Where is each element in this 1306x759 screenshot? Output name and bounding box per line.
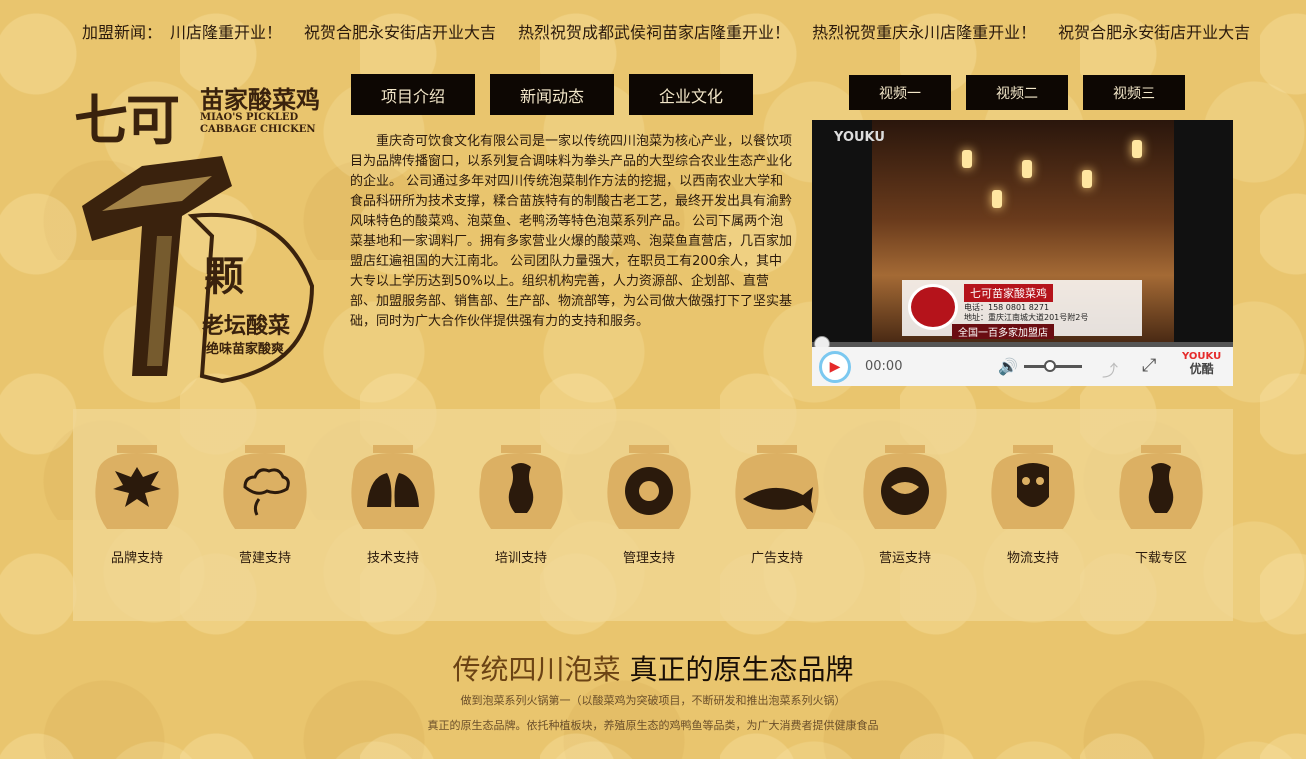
- logo-ke: 颗: [204, 253, 244, 300]
- nav-culture[interactable]: 企业文化: [629, 74, 753, 115]
- dragon-circle-icon: [863, 445, 947, 529]
- overlay-banner: 全国一百多家加盟店: [952, 324, 1054, 339]
- video-tab-3[interactable]: 视频三: [1083, 75, 1185, 110]
- circle-pattern-icon: [607, 445, 691, 529]
- volume-knob[interactable]: [1044, 360, 1056, 372]
- birds-icon: [351, 445, 435, 529]
- ticker-item[interactable]: 热烈祝贺成都武侯祠苗家店隆重开业！: [518, 19, 790, 43]
- support-services: 品牌支持 营建支持 技术支持 培训支持 管理支持 广告支持 营运支持 物流支持 …: [73, 409, 1233, 621]
- ticker-item[interactable]: 祝贺合肥永安街店开业大吉: [304, 19, 496, 43]
- service-logistics[interactable]: 物流支持: [969, 437, 1097, 577]
- video-tabs: 视频一 视频二 视频三: [849, 75, 1185, 110]
- slogan-sub2: 真正的原生态品牌。依托种植板块，养殖原生态的鸡鸭鱼等品类，为广大消费者提供健康食…: [427, 719, 879, 732]
- time-display: 00:00: [865, 359, 903, 374]
- service-operation[interactable]: 营运支持: [841, 437, 969, 577]
- volume-icon[interactable]: 🔊: [998, 357, 1018, 376]
- news-ticker: 加盟新闻： 川店隆重开业！ 祝贺合肥永安街店开业大吉 热烈祝贺成都武侯祠苗家店隆…: [0, 0, 1306, 62]
- youku-logo[interactable]: YOUKU 优酷: [1182, 351, 1221, 377]
- service-label: 物流支持: [1006, 551, 1059, 566]
- eagle-icon: [95, 445, 179, 529]
- ticker-item[interactable]: 祝贺合肥永安街店开业大吉: [1058, 19, 1250, 43]
- volume-slider[interactable]: [1024, 360, 1082, 372]
- vase-icon: [479, 445, 563, 529]
- service-management[interactable]: 管理支持: [585, 437, 713, 577]
- service-tech[interactable]: 技术支持: [329, 437, 457, 577]
- service-training[interactable]: 培训支持: [457, 437, 585, 577]
- overlay-title: 七可苗家酸菜鸡: [964, 284, 1053, 302]
- overlay-logo-icon: [908, 284, 958, 330]
- video-player[interactable]: YOUKU 七可苗家酸菜鸡 电话：158 0801 8271 地址：重庆江南城大…: [812, 120, 1233, 386]
- fish-icon: [735, 445, 819, 529]
- overlay-address: 地址：重庆江南城大道201号附2号: [964, 313, 1089, 322]
- cloud-icon: [223, 445, 307, 529]
- ticker-item[interactable]: 热烈祝贺重庆永川店隆重开业！: [812, 19, 1036, 43]
- video-overlay: 七可苗家酸菜鸡 电话：158 0801 8271 地址：重庆江南城大道201号附…: [902, 280, 1142, 339]
- play-icon[interactable]: ▶: [819, 350, 851, 383]
- player-controls: ▶ 00:00 🔊 ⤴ ⤢ YOUKU 优酷: [812, 347, 1233, 386]
- service-label: 技术支持: [366, 551, 419, 566]
- service-brand[interactable]: 品牌支持: [73, 437, 201, 577]
- number-one-graphic: [82, 156, 315, 384]
- share-icon[interactable]: ⤴: [1102, 357, 1118, 381]
- service-label: 营建支持: [238, 551, 291, 566]
- ticker-item[interactable]: 川店隆重开业！: [170, 19, 282, 43]
- slogan-part1: 传统四川泡菜: [452, 653, 621, 686]
- logo-en-line1: MIAO'S PICKLED: [200, 112, 299, 123]
- logo-en-line2: CABBAGE CHICKEN: [200, 124, 316, 135]
- fullscreen-icon[interactable]: ⤢: [1142, 355, 1156, 376]
- logo-brand: 七可: [74, 88, 180, 152]
- service-label: 管理支持: [622, 551, 675, 566]
- service-download[interactable]: 下载专区: [1097, 437, 1225, 577]
- video-tab-2[interactable]: 视频二: [966, 75, 1068, 110]
- service-label: 品牌支持: [110, 551, 163, 566]
- mask-icon: [991, 445, 1075, 529]
- nav-news[interactable]: 新闻动态: [490, 74, 614, 115]
- slogan-heading: 传统四川泡菜 真正的原生态品牌: [0, 648, 1306, 688]
- nav-project-intro[interactable]: 项目介绍: [351, 74, 475, 115]
- logo-tagline: 绝味苗家酸爽: [206, 342, 285, 357]
- service-construction[interactable]: 营建支持: [201, 437, 329, 577]
- service-label: 广告支持: [750, 551, 803, 566]
- company-intro: 重庆奇可饮食文化有限公司是一家以传统四川泡菜为核心产业，以餐饮项目为品牌传播窗口…: [350, 134, 793, 329]
- youku-logo-cn: 优酷: [1189, 362, 1214, 376]
- service-label: 下载专区: [1134, 551, 1187, 566]
- video-tab-1[interactable]: 视频一: [849, 75, 951, 110]
- logo-cn-name: 苗家酸菜鸡: [200, 85, 320, 114]
- youku-logo-en: YOUKU: [1182, 351, 1222, 362]
- logo-en-name: MIAO'S PICKLED CABBAGE CHICKEN: [200, 112, 316, 136]
- service-label: 培训支持: [494, 551, 547, 566]
- service-label: 营运支持: [878, 551, 931, 566]
- ticker-label: 加盟新闻：: [82, 23, 163, 42]
- slogan-part2: 真正的原生态品牌: [629, 653, 854, 686]
- logo-laotan: 老坛酸菜: [202, 313, 291, 339]
- video-screen[interactable]: YOUKU 七可苗家酸菜鸡 电话：158 0801 8271 地址：重庆江南城大…: [812, 120, 1233, 342]
- service-advertising[interactable]: 广告支持: [713, 437, 841, 577]
- brand-logo: 七可 苗家酸菜鸡 MIAO'S PICKLED CABBAGE CHICKEN …: [72, 76, 342, 386]
- main-nav: 项目介绍 新闻动态 企业文化: [351, 74, 753, 115]
- youku-watermark: YOUKU: [834, 130, 885, 145]
- vase-icon: [1119, 445, 1203, 529]
- slogan-sub1: 做到泡菜系列火锅第一（以酸菜鸡为突破项目，不断研发和推出泡菜系列火锅）: [460, 694, 846, 707]
